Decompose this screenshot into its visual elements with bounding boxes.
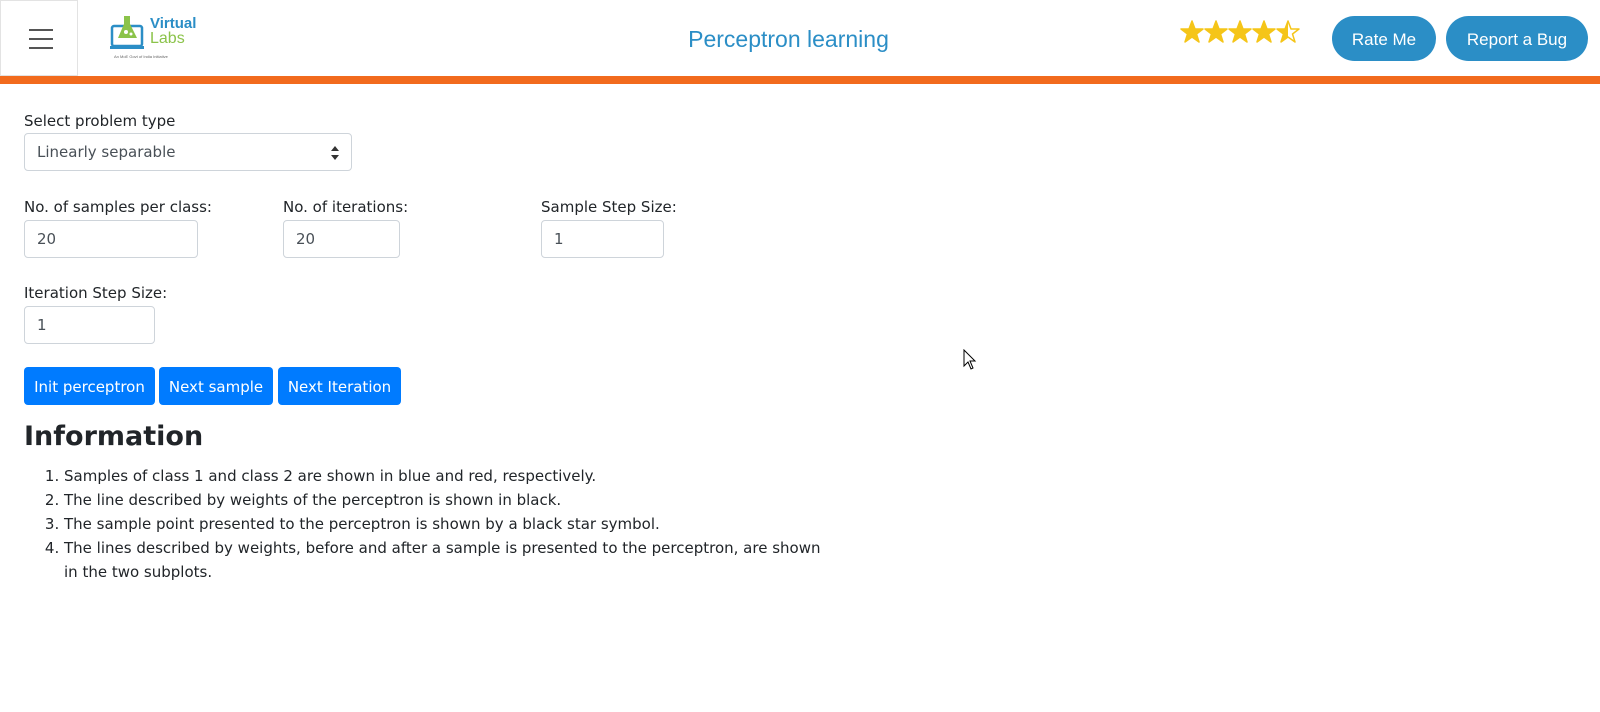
- mouse-pointer-icon: [963, 349, 977, 370]
- iterations-label: No. of iterations:: [283, 198, 409, 216]
- logo-tagline: An MoE Govt of India Initiative: [114, 54, 168, 59]
- select-arrows-icon: [331, 146, 339, 160]
- star-full-icon[interactable]: [1180, 20, 1204, 44]
- information-list: Samples of class 1 and class 2 are shown…: [24, 464, 834, 584]
- star-half-icon[interactable]: [1276, 20, 1300, 44]
- list-item: Samples of class 1 and class 2 are shown…: [64, 464, 834, 488]
- header-accent-bar: [0, 76, 1600, 84]
- rate-me-button[interactable]: Rate Me: [1332, 16, 1436, 61]
- list-item: The lines described by weights, before a…: [64, 536, 834, 584]
- problem-type-value: Linearly separable: [37, 143, 176, 161]
- iteration-step-size-input[interactable]: 1: [24, 306, 155, 344]
- problem-type-select[interactable]: Linearly separable: [24, 133, 352, 171]
- samples-per-class-input[interactable]: 20: [24, 220, 198, 258]
- star-rating[interactable]: [1180, 20, 1300, 48]
- next-iteration-button[interactable]: Next Iteration: [278, 367, 401, 405]
- star-full-icon[interactable]: [1204, 20, 1228, 44]
- next-sample-button[interactable]: Next sample: [159, 367, 273, 405]
- sample-step-size-label: Sample Step Size:: [541, 198, 677, 216]
- iterations-input[interactable]: 20: [283, 220, 400, 258]
- star-full-icon[interactable]: [1252, 20, 1276, 44]
- sample-step-size-input[interactable]: 1: [541, 220, 664, 258]
- problem-type-label: Select problem type: [24, 112, 176, 130]
- list-item: The sample point presented to the percep…: [64, 512, 834, 536]
- init-perceptron-button[interactable]: Init perceptron: [24, 367, 155, 405]
- top-header: Virtual Labs An MoE Govt of India Initia…: [0, 0, 1600, 77]
- information-heading: Information: [24, 421, 204, 452]
- report-bug-button[interactable]: Report a Bug: [1446, 16, 1588, 61]
- star-full-icon[interactable]: [1228, 20, 1252, 44]
- iteration-step-size-label: Iteration Step Size:: [24, 284, 168, 302]
- samples-per-class-label: No. of samples per class:: [24, 198, 212, 216]
- list-item: The line described by weights of the per…: [64, 488, 834, 512]
